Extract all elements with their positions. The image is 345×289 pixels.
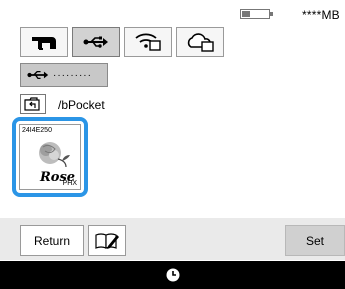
usb-icon: [83, 36, 108, 48]
tab-cloud[interactable]: [176, 27, 224, 57]
file-thumbnail[interactable]: 24I4E250 Rose PHX: [12, 117, 88, 197]
pen-book-icon: [95, 232, 119, 249]
tab-usb[interactable]: [72, 27, 120, 57]
set-button[interactable]: Set: [285, 225, 345, 256]
memory-label: ****MB: [302, 8, 340, 22]
return-button[interactable]: Return: [20, 225, 84, 256]
file-name: 24I4E250: [22, 127, 52, 134]
usb-icon: [27, 70, 49, 80]
tab-wifi[interactable]: [124, 27, 172, 57]
thumbnail-frame: 24I4E250 Rose PHX: [19, 124, 81, 190]
clock-icon[interactable]: [166, 268, 180, 282]
current-path: /bPocket: [58, 98, 105, 112]
device-label: ·········: [53, 69, 92, 81]
wifi-icon: [135, 33, 161, 51]
tab-sewing-machine[interactable]: [20, 27, 68, 57]
system-bar: [0, 261, 345, 289]
sewing-machine-icon: [32, 37, 56, 50]
usb-device-button[interactable]: ·········: [20, 63, 108, 87]
folder-up-button[interactable]: [20, 94, 46, 114]
edit-button[interactable]: [88, 225, 126, 256]
folder-up-icon: [24, 97, 40, 111]
cloud-icon: [187, 33, 214, 52]
source-tabs: [20, 27, 224, 57]
file-extension: PHX: [62, 180, 77, 187]
battery-indicator: [240, 9, 273, 19]
